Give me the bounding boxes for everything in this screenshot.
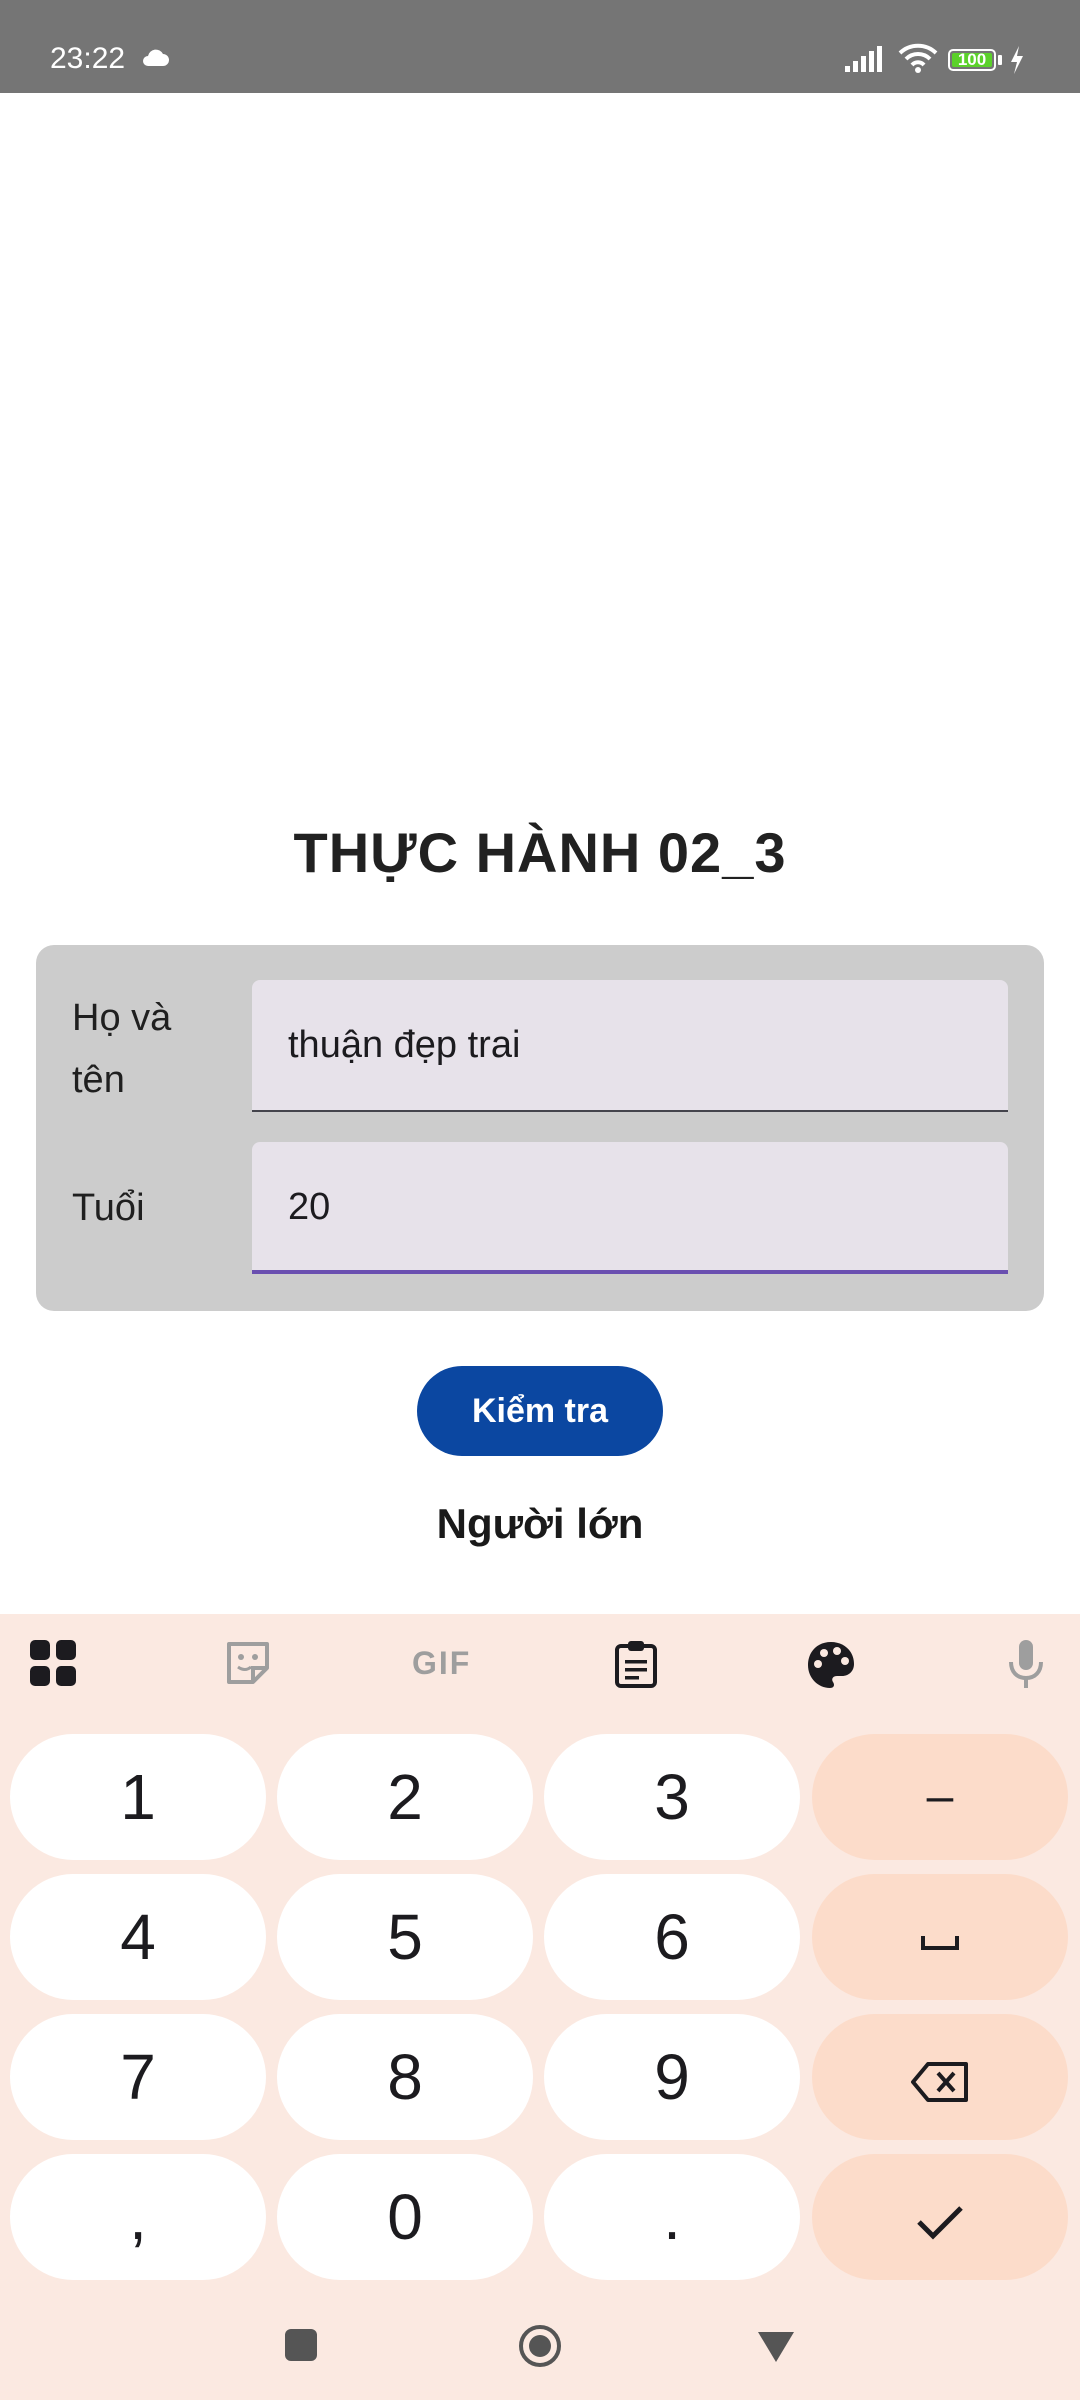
name-label: Họ và tên [72,997,172,1101]
signal-icon [845,46,882,72]
home-icon[interactable] [518,2324,562,2368]
check-icon [917,2206,963,2240]
key-space[interactable] [812,1874,1068,2000]
key-2[interactable]: 2 [277,1734,533,1860]
back-icon[interactable] [756,2330,796,2364]
name-field[interactable]: thuận đẹp trai [252,980,1008,1112]
check-button[interactable]: Kiểm tra [417,1366,663,1456]
age-label: Tuổi [72,1187,145,1229]
wifi-icon [898,43,938,73]
recents-icon[interactable] [284,2328,318,2362]
backspace-icon [911,2062,968,2103]
key-6[interactable]: 6 [544,1874,800,2000]
clipboard-icon[interactable] [614,1640,658,1688]
result-text: Người lớn [436,1500,644,1547]
battery-tip [998,55,1002,65]
battery-icon: 100 [948,49,996,71]
page-title: THỰC HÀNH 02_3 [293,821,787,884]
sticker-icon[interactable] [225,1640,271,1686]
key-3[interactable]: 3 [544,1734,800,1860]
space-icon [921,1936,959,1951]
key-period[interactable]: . [544,2154,800,2280]
key-8[interactable]: 8 [277,2014,533,2140]
palette-icon[interactable] [806,1640,856,1690]
name-field-value: thuận đẹp trai [288,1024,521,1066]
key-1[interactable]: 1 [10,1734,266,1860]
key-0[interactable]: 0 [277,2154,533,2280]
mic-icon[interactable] [1008,1640,1044,1690]
cloud-icon [143,49,169,66]
key-done[interactable] [812,2154,1068,2280]
key-backspace[interactable] [812,2014,1068,2140]
gif-label: GIF [412,1645,472,1681]
key-9[interactable]: 9 [544,2014,800,2140]
key-5[interactable]: 5 [277,1874,533,2000]
battery-level: 100 [952,51,992,68]
key-7[interactable]: 7 [10,2014,266,2140]
key-4[interactable]: 4 [10,1874,266,2000]
key-comma[interactable]: , [10,2154,266,2280]
key-minus[interactable]: – [812,1734,1068,1860]
status-time: 23:22 [50,42,126,75]
status-bar: 23:22 100 [0,0,1080,93]
age-field-value: 20 [288,1186,331,1228]
form-card: Họ và tên thuận đẹp trai Tuổi 20 [36,945,1044,1311]
age-field[interactable]: 20 [252,1142,1008,1274]
gif-icon[interactable]: GIF [412,1645,471,1682]
apps-icon[interactable] [30,1640,76,1686]
charging-icon [1011,46,1023,74]
